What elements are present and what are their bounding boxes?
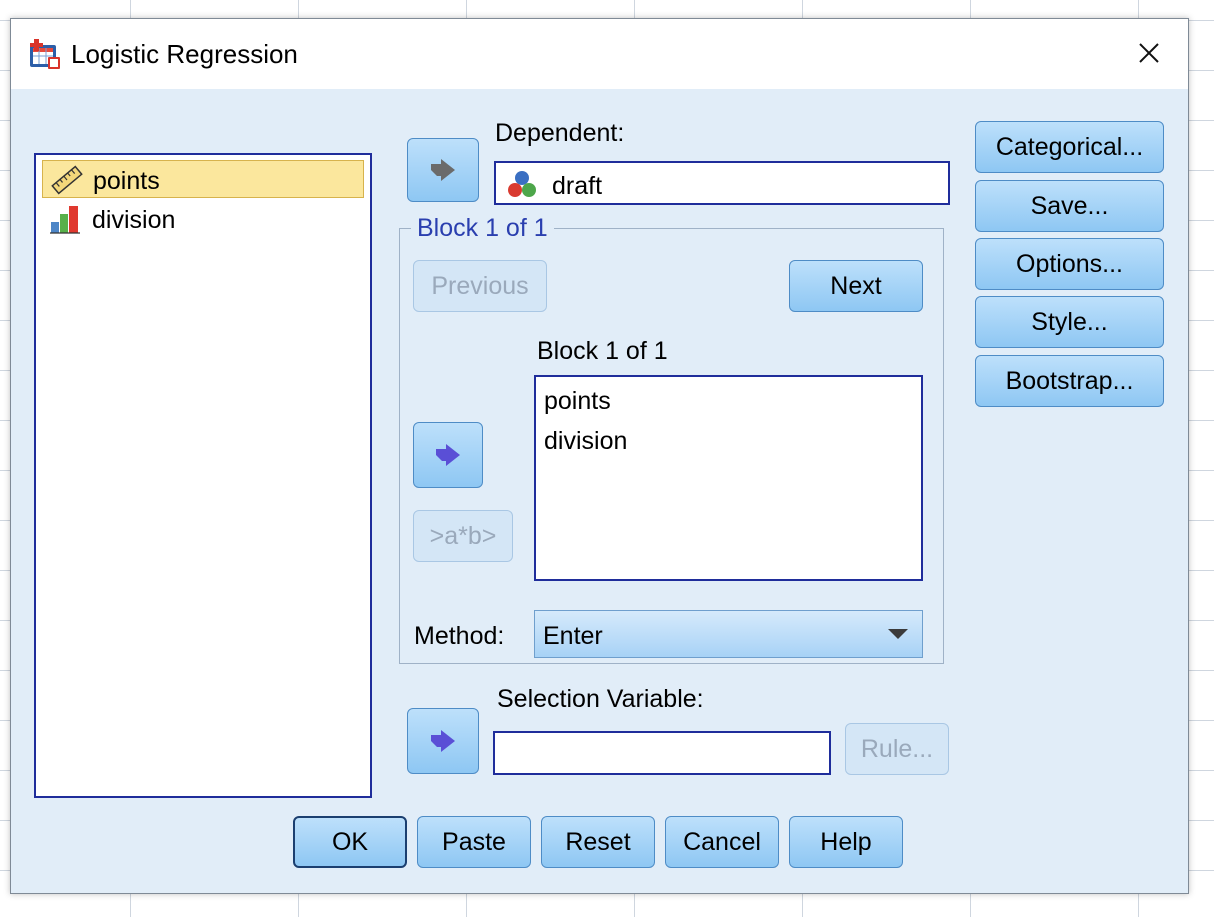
title-bar: Logistic Regression [11,19,1188,89]
selection-variable-label: Selection Variable: [497,685,704,713]
previous-button[interactable]: Previous [413,260,547,312]
covariates-list[interactable]: points division [534,375,923,581]
bootstrap-button[interactable]: Bootstrap... [975,355,1164,407]
categorical-button[interactable]: Categorical... [975,121,1164,173]
cancel-button[interactable]: Cancel [665,816,779,868]
block-group-title: Block 1 of 1 [411,214,554,243]
ok-button[interactable]: OK [293,816,407,868]
move-to-selection-button[interactable] [407,708,479,774]
paste-button[interactable]: Paste [417,816,531,868]
arrow-right-icon [436,444,460,466]
style-button[interactable]: Style... [975,296,1164,348]
chevron-down-icon [888,629,908,639]
selection-variable-field[interactable] [493,731,831,775]
list-item[interactable]: division [42,200,364,238]
rule-button[interactable]: Rule... [845,723,949,775]
bar-chart-icon [50,206,80,234]
ruler-scale-icon [51,165,83,195]
method-dropdown[interactable]: Enter [534,610,923,658]
help-button[interactable]: Help [789,816,903,868]
list-item[interactable]: points [544,387,611,416]
arrow-right-icon [431,730,455,752]
list-item[interactable]: points [42,160,364,198]
variable-label: points [93,167,160,195]
options-button[interactable]: Options... [975,238,1164,290]
method-value: Enter [543,622,603,650]
variable-label: division [92,206,176,234]
dependent-label: Dependent: [495,119,625,147]
method-label: Method: [414,622,505,650]
interaction-button[interactable]: >a*b> [413,510,513,562]
logistic-regression-dialog: Logistic Regression points division Depe… [10,18,1189,894]
dependent-field[interactable]: draft [494,161,950,205]
window-title: Logistic Regression [71,39,298,69]
nominal-variable-icon [508,171,536,197]
source-variable-list[interactable]: points division [34,153,372,798]
dependent-value: draft [552,172,603,200]
close-icon[interactable] [1131,35,1167,71]
block-list-title: Block 1 of 1 [537,337,668,365]
arrow-right-icon [431,159,455,181]
move-to-dependent-button[interactable] [407,138,479,202]
spss-dialog-icon [30,39,60,69]
move-to-covariates-button[interactable] [413,422,483,488]
next-button[interactable]: Next [789,260,923,312]
reset-button[interactable]: Reset [541,816,655,868]
save-button[interactable]: Save... [975,180,1164,232]
list-item[interactable]: division [544,427,627,456]
